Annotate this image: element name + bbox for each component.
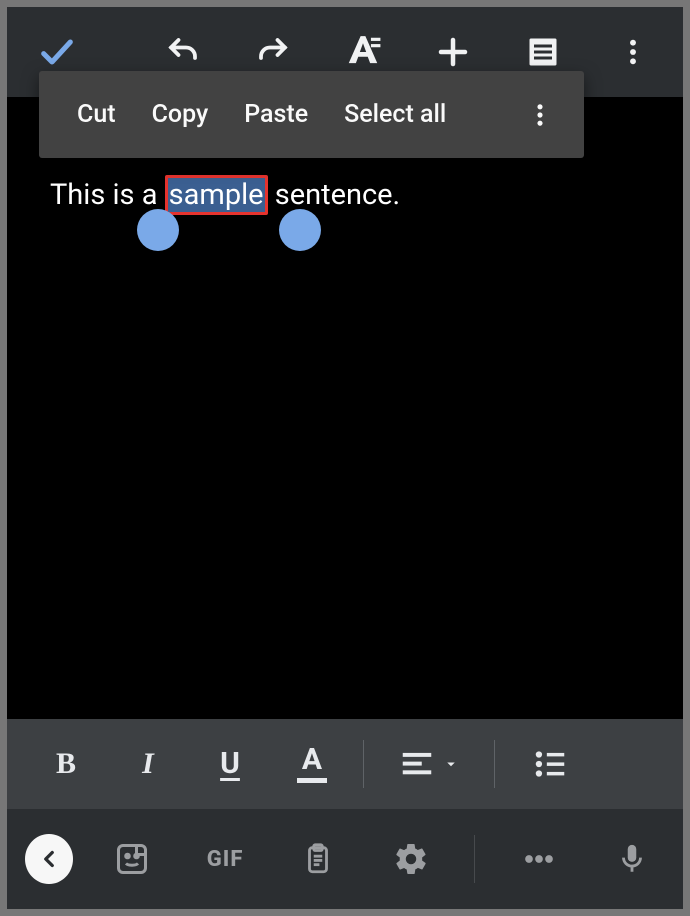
text-before-selection[interactable]: This is a <box>50 178 165 212</box>
selected-text[interactable]: sample <box>165 175 268 215</box>
clipboard-icon[interactable] <box>285 824 352 894</box>
cut-button[interactable]: Cut <box>59 100 134 129</box>
underline-button[interactable]: U <box>189 729 271 799</box>
keyboard-toolbar: GIF <box>7 809 683 909</box>
text-color-button[interactable]: A <box>271 729 353 799</box>
text-after-selection[interactable]: sentence. <box>268 178 401 212</box>
selection-handle-end[interactable] <box>279 209 321 251</box>
keyboard-back-button[interactable] <box>25 834 73 884</box>
align-dropdown-button[interactable] <box>374 729 484 799</box>
copy-button[interactable]: Copy <box>134 100 227 129</box>
select-all-button[interactable]: Select all <box>326 100 464 129</box>
paste-button[interactable]: Paste <box>226 100 326 129</box>
format-toolbar: B I U A <box>7 719 683 809</box>
bullet-list-button[interactable] <box>505 729 595 799</box>
text-context-menu: Cut Copy Paste Select all <box>39 71 584 158</box>
document-area[interactable]: This is a sample sentence. <box>7 97 683 717</box>
divider <box>474 835 475 883</box>
divider <box>363 740 364 788</box>
sticker-icon[interactable] <box>99 824 166 894</box>
microphone-icon[interactable] <box>598 824 665 894</box>
selection-handle-start[interactable] <box>137 209 179 251</box>
context-more-vert-icon[interactable] <box>516 101 564 129</box>
more-vert-icon[interactable] <box>603 22 663 82</box>
gif-button[interactable]: GIF <box>192 824 259 894</box>
more-horiz-icon[interactable] <box>505 824 572 894</box>
bold-button[interactable]: B <box>25 729 107 799</box>
settings-gear-icon[interactable] <box>377 824 444 894</box>
text-line[interactable]: This is a sample sentence. <box>50 175 400 215</box>
italic-button[interactable]: I <box>107 729 189 799</box>
divider <box>494 740 495 788</box>
